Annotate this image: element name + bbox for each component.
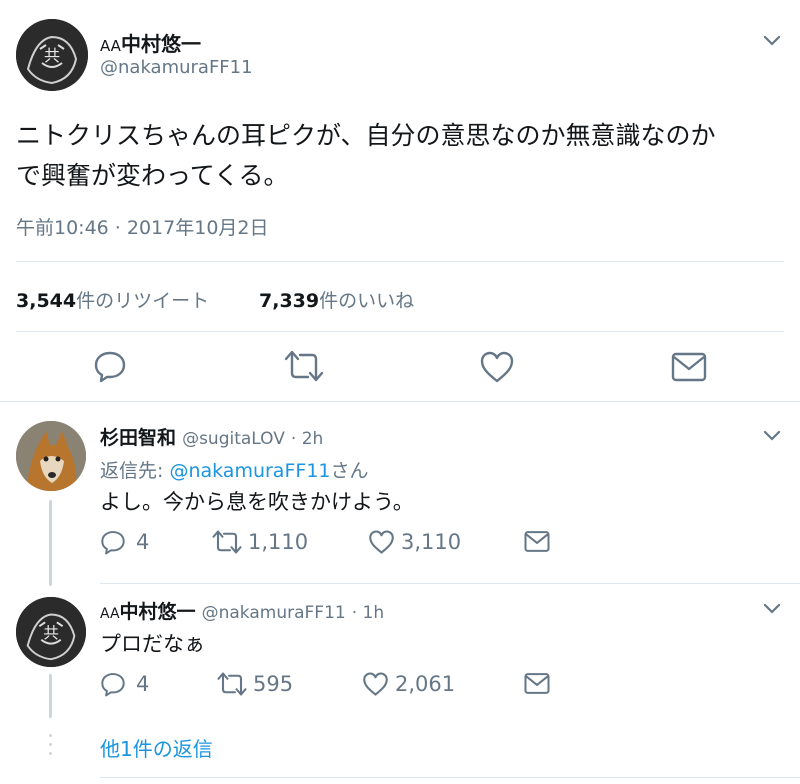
like-icon (480, 351, 514, 383)
author-display-name[interactable]: AA中村悠一 (100, 28, 201, 57)
reply-time[interactable]: · 2h (291, 429, 323, 449)
reply-icon (101, 673, 125, 697)
retweet-icon (284, 350, 324, 382)
divider (0, 401, 800, 402)
chevron-down-icon[interactable] (762, 425, 782, 445)
thread-line (49, 500, 52, 586)
like-button[interactable] (479, 350, 515, 384)
name-prefix: AA (100, 606, 120, 622)
like-count: 2,061 (395, 672, 456, 696)
chevron-down-icon[interactable] (762, 598, 782, 618)
reply-text: よし。今から息を吹きかけよう。 (100, 490, 414, 514)
retweet-count: 1,110 (248, 530, 309, 554)
thread-line (49, 674, 52, 718)
like-button[interactable]: 3,110 (368, 529, 461, 555)
reply-author-name[interactable]: AA中村悠一 (100, 601, 196, 623)
avatar[interactable]: 共 (16, 19, 88, 91)
share-icon (524, 531, 550, 552)
like-button[interactable]: 2,061 (362, 671, 455, 697)
reply-text: プロだなぁ (100, 632, 205, 656)
like-count-label: 件のいいね (319, 290, 415, 312)
reply-icon (101, 531, 125, 555)
reply-button[interactable] (93, 349, 127, 383)
divider (100, 777, 800, 778)
reply-icon (94, 351, 126, 383)
retweet-icon (212, 530, 242, 554)
svg-text:共: 共 (44, 46, 60, 65)
reply-count: 4 (136, 530, 150, 554)
reply-author-handle[interactable]: @sugitaLOV (182, 429, 285, 449)
tweet-text-line2: で興奮が変わってくる。 (16, 161, 289, 190)
retweet-count: 595 (253, 672, 294, 696)
tweet-timestamp[interactable]: 午前10:46 · 2017年10月2日 (16, 213, 269, 240)
reply-header: 杉田智和 @sugitaLOV · 2h (100, 423, 323, 450)
divider (16, 331, 784, 332)
share-icon (524, 673, 550, 694)
name-prefix: AA (100, 37, 121, 55)
reply-header: AA中村悠一 @nakamuraFF11 · 1h (100, 597, 384, 624)
like-count: 7,339 (259, 290, 320, 312)
tweet-text: ニトクリスちゃんの耳ピクが、自分の意思なのか無意識なのか で興奮が変わってくる。 (16, 116, 796, 196)
retweet-stats[interactable]: 3,544件のリツイート (16, 286, 209, 313)
share-button[interactable] (524, 672, 550, 695)
chevron-down-icon[interactable] (762, 30, 782, 50)
reply-to: 返信先: @nakamuraFF11さん (100, 456, 369, 483)
thread-dot (49, 752, 52, 755)
share-icon (671, 352, 707, 382)
reply-button[interactable]: 4 (100, 671, 149, 697)
thread-dot (49, 734, 52, 737)
like-icon (363, 672, 388, 696)
reply-button[interactable]: 4 (100, 529, 149, 555)
reply-author-name[interactable]: 杉田智和 (100, 427, 176, 449)
share-button[interactable] (671, 351, 707, 383)
like-stats[interactable]: 7,339件のいいね (259, 286, 414, 313)
divider (100, 583, 800, 584)
retweet-button[interactable]: 595 (217, 671, 293, 697)
reply-to-suffix: さん (330, 460, 369, 482)
author-handle[interactable]: @nakamuraFF11 (100, 57, 253, 78)
reply-count: 4 (136, 672, 150, 696)
retweet-button[interactable]: 1,110 (212, 529, 308, 555)
name-text: 中村悠一 (119, 601, 196, 623)
thread-dot (49, 743, 52, 746)
retweet-button[interactable] (284, 349, 324, 383)
svg-text:共: 共 (43, 624, 59, 642)
avatar[interactable]: 共 (16, 597, 86, 667)
name-text: 中村悠一 (120, 32, 201, 56)
retweet-count: 3,544 (16, 290, 77, 312)
reply-time[interactable]: · 1h (352, 603, 384, 623)
like-icon (369, 530, 394, 554)
like-count: 3,110 (401, 530, 462, 554)
share-button[interactable] (524, 530, 550, 553)
reply-author-handle[interactable]: @nakamuraFF11 (202, 603, 346, 623)
divider (16, 261, 784, 262)
reply-to-label: 返信先: (100, 460, 164, 482)
retweet-count-label: 件のリツイート (76, 290, 210, 312)
more-replies-link[interactable]: 他1件の返信 (100, 733, 213, 762)
reply-to-handle[interactable]: @nakamuraFF11 (169, 460, 330, 482)
retweet-icon (217, 672, 247, 696)
tweet-text-line1: ニトクリスちゃんの耳ピクが、自分の意思なのか無意識なのか (16, 121, 716, 150)
avatar[interactable] (16, 421, 86, 491)
